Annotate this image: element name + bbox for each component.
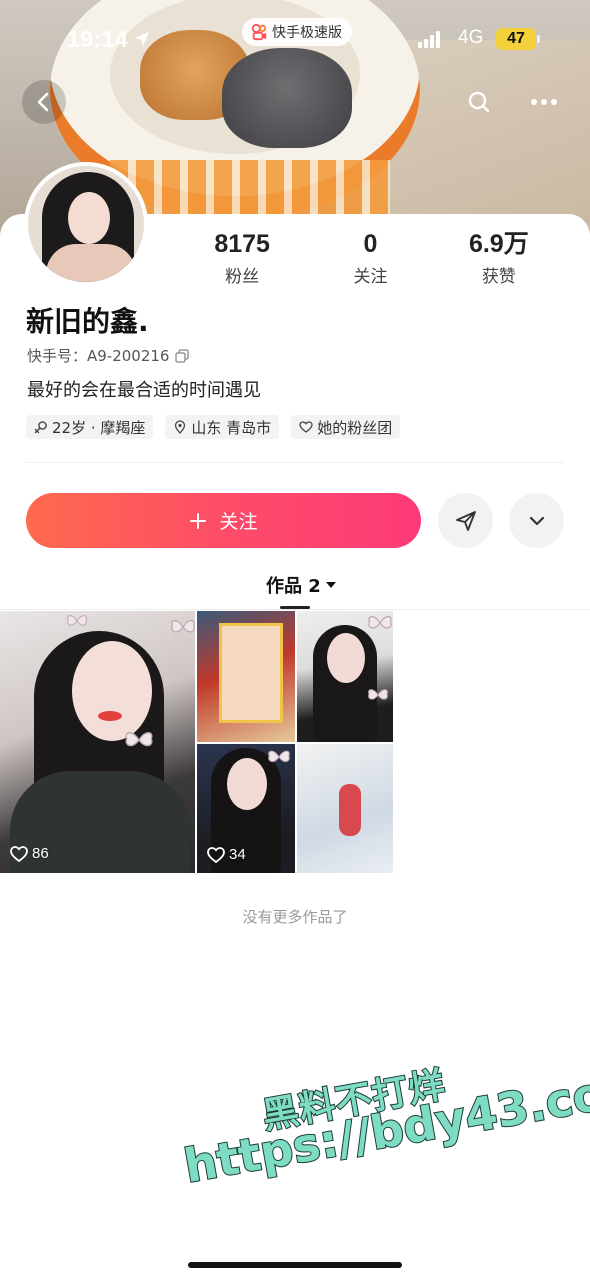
tag-label: 山东 青岛市 (191, 418, 272, 437)
search-icon (468, 91, 490, 113)
profile-name: 新旧的鑫. (26, 305, 149, 338)
stat-followers[interactable]: 8175 粉丝 (178, 228, 306, 290)
chevron-left-icon (37, 92, 49, 112)
divider (26, 462, 564, 463)
work-item[interactable]: 34 (197, 744, 295, 873)
butterfly-icon (171, 620, 195, 633)
search-button[interactable] (457, 80, 501, 124)
app-badge[interactable]: 快手极速版 (242, 18, 352, 46)
expand-button[interactable] (509, 493, 564, 548)
work-item[interactable] (297, 744, 393, 873)
copy-icon[interactable] (175, 348, 190, 363)
send-icon (455, 510, 476, 531)
gender-female-icon (34, 421, 47, 434)
stat-label: 关注 (353, 267, 388, 287)
status-bar: 19:14 快手极速版 4G 47 (0, 0, 590, 80)
battery-level: 47 (507, 30, 525, 47)
tag-label: 22岁 · 摩羯座 (52, 418, 146, 437)
tag-location: 山东 青岛市 (165, 415, 280, 439)
like-count-value: 34 (229, 846, 246, 863)
butterfly-icon (125, 731, 153, 747)
no-more-works: 没有更多作品了 (242, 908, 348, 926)
tab-works[interactable]: 作品 2 (266, 572, 337, 598)
profile-page: 19:14 快手极速版 4G 47 8175 粉丝 0 关注 6.9万 获赞 新… (0, 0, 590, 1280)
work-item[interactable] (197, 611, 295, 742)
battery-icon: 47 (496, 28, 540, 50)
kuaishou-id-row[interactable]: 快手号：A9-200216 (27, 345, 190, 366)
profile-bio: 最好的会在最合适的时间遇见 (27, 380, 261, 401)
plus-icon (190, 512, 207, 529)
like-count: 34 (207, 846, 246, 863)
stat-value: 6.9万 (468, 230, 529, 258)
tag-fan-club[interactable]: 她的粉丝团 (291, 415, 401, 439)
follow-button-label: 关注 (219, 511, 258, 533)
follow-button[interactable]: 关注 (26, 493, 421, 548)
home-indicator[interactable] (188, 1262, 402, 1268)
profile-tags: 22岁 · 摩羯座 山东 青岛市 她的粉丝团 (26, 415, 401, 439)
profile-stats: 8175 粉丝 0 关注 6.9万 获赞 (178, 228, 563, 290)
stat-label: 获赞 (481, 267, 516, 287)
butterfly-icon (368, 616, 392, 629)
more-button[interactable] (522, 80, 566, 124)
stat-following[interactable]: 0 关注 (306, 228, 434, 290)
kuaishou-id: 快手号：A9-200216 (27, 347, 170, 365)
like-count-value: 86 (32, 845, 49, 862)
tag-label: 她的粉丝团 (317, 418, 393, 437)
heart-icon (207, 846, 225, 863)
back-button[interactable] (22, 80, 66, 124)
caret-down-icon (325, 582, 336, 588)
fan-club-icon (299, 421, 313, 433)
signal-icon (418, 31, 440, 48)
chevron-down-icon (529, 516, 544, 525)
butterfly-icon (268, 750, 290, 762)
kuaishou-logo-icon (251, 23, 267, 41)
tab-indicator (280, 606, 310, 609)
tab-works-label: 作品 2 (266, 576, 321, 597)
work-item[interactable] (297, 611, 393, 742)
heart-icon (10, 845, 28, 862)
avatar[interactable] (24, 162, 148, 286)
more-dots-icon (531, 99, 557, 105)
status-time: 19:14 (67, 26, 129, 52)
work-item[interactable]: 86 (0, 611, 195, 873)
content-tabs: 作品 2 (0, 566, 590, 610)
butterfly-icon (67, 615, 87, 626)
network-type: 4G (458, 27, 484, 48)
location-arrow-icon (134, 31, 150, 47)
location-pin-icon (175, 420, 186, 434)
tag-age: 22岁 · 摩羯座 (26, 415, 154, 439)
stat-label: 粉丝 (225, 267, 260, 287)
butterfly-icon (368, 689, 388, 700)
app-badge-label: 快手极速版 (272, 25, 342, 41)
stat-likes[interactable]: 6.9万 获赞 (435, 228, 563, 290)
stat-value: 8175 (214, 230, 270, 258)
stat-value: 0 (363, 230, 378, 258)
share-button[interactable] (438, 493, 493, 548)
like-count: 86 (10, 845, 49, 862)
